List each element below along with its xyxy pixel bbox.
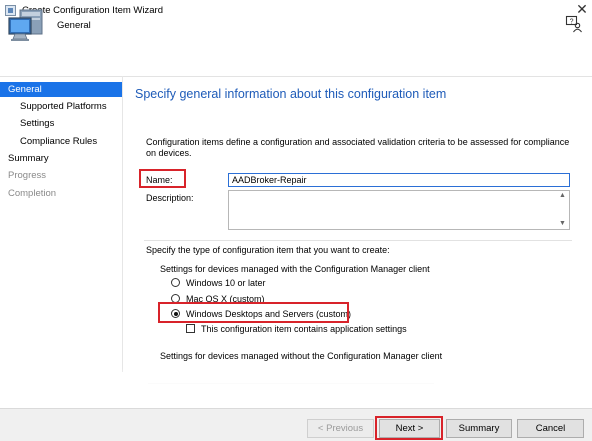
- app-settings-checkbox-label[interactable]: This configuration item contains applica…: [201, 324, 407, 334]
- name-label-highlight: [139, 169, 186, 188]
- svg-text:?: ?: [570, 18, 574, 25]
- scroll-up-icon[interactable]: ▲: [559, 192, 566, 199]
- section-divider: [144, 240, 572, 241]
- managed-group-label: Settings for devices managed with the Co…: [160, 264, 430, 274]
- description-input[interactable]: [228, 190, 570, 230]
- nav-item-summary[interactable]: Summary: [8, 151, 49, 166]
- nav-item-settings[interactable]: Settings: [20, 116, 54, 131]
- page-heading: Specify general information about this c…: [135, 87, 447, 101]
- cropped-region: [0, 368, 592, 408]
- next-button-highlight: [375, 416, 443, 440]
- header-title: General: [57, 20, 91, 31]
- selected-option-highlight: [158, 302, 349, 323]
- name-input[interactable]: AADBroker-Repair: [228, 173, 570, 187]
- type-prompt: Specify the type of configuration item t…: [146, 245, 390, 255]
- description-label: Description:: [146, 193, 194, 203]
- nav-item-progress: Progress: [8, 170, 47, 181]
- nav-item-general[interactable]: General: [0, 82, 122, 97]
- intro-text: Configuration items define a configurati…: [146, 137, 570, 158]
- nav-item-supported-platforms[interactable]: Supported Platforms: [20, 99, 107, 114]
- wizard-step-nav: General Supported Platforms Settings Com…: [0, 82, 122, 372]
- radio-windows-10[interactable]: [171, 278, 180, 287]
- help-person-icon[interactable]: ?: [565, 15, 583, 33]
- computer-icon: [8, 9, 43, 41]
- previous-button[interactable]: < Previous: [307, 419, 374, 438]
- unmanaged-group-label: Settings for devices managed without the…: [160, 351, 443, 361]
- radio-windows-10-label[interactable]: Windows 10 or later: [186, 278, 266, 288]
- description-scrollbar[interactable]: ▲ ▼: [556, 191, 569, 229]
- nav-item-completion: Completion: [8, 188, 57, 199]
- summary-button[interactable]: Summary: [446, 419, 512, 438]
- app-settings-checkbox[interactable]: [186, 324, 195, 333]
- cancel-button[interactable]: Cancel: [517, 419, 584, 438]
- nav-item-compliance-rules[interactable]: Compliance Rules: [20, 134, 97, 149]
- scroll-down-icon[interactable]: ▼: [559, 220, 566, 227]
